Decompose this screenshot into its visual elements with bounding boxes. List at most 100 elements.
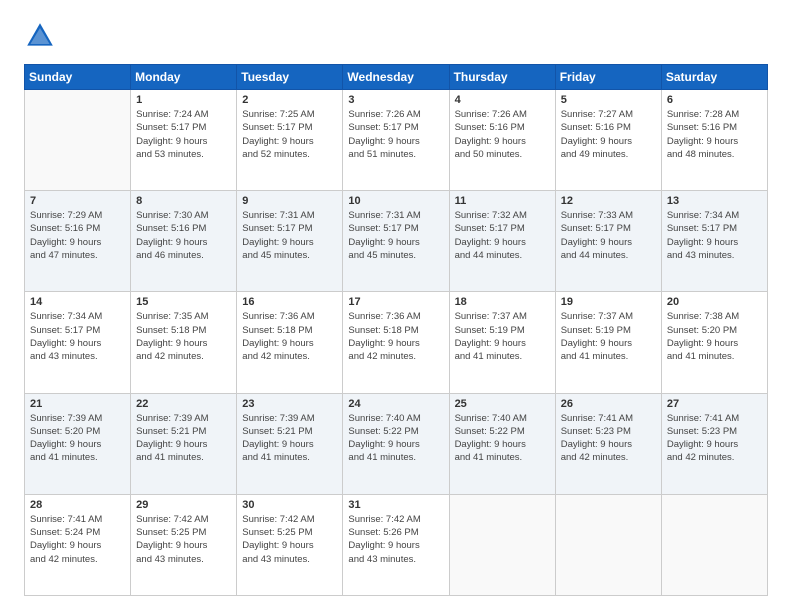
day-number: 19 [561,296,656,308]
day-info: Sunrise: 7:34 AM Sunset: 5:17 PM Dayligh… [30,310,125,363]
calendar-cell [555,494,661,595]
calendar-cell: 23Sunrise: 7:39 AM Sunset: 5:21 PM Dayli… [237,393,343,494]
calendar-cell: 4 Sunrise: 7:26 AM Sunset: 5:16 PM Daylig… [449,90,555,191]
day-number: 24 [348,398,443,410]
day-number: 20 [667,296,762,308]
day-info: Sunrise: 7:42 AM Sunset: 5:25 PM Dayligh… [242,513,337,566]
calendar-cell: 12Sunrise: 7:33 AM Sunset: 5:17 PM Dayli… [555,191,661,292]
day-number: 12 [561,195,656,207]
calendar-cell: 1 Sunrise: 7:24 AM Sunset: 5:17 PM Daylig… [131,90,237,191]
day-info: Sunrise: 7:41 AM Sunset: 5:23 PM Dayligh… [561,412,656,465]
calendar-cell: 2 Sunrise: 7:25 AM Sunset: 5:17 PM Daylig… [237,90,343,191]
day-info: Sunrise: 7:39 AM Sunset: 5:21 PM Dayligh… [242,412,337,465]
calendar-cell: 20Sunrise: 7:38 AM Sunset: 5:20 PM Dayli… [661,292,767,393]
page: SundayMondayTuesdayWednesdayThursdayFrid… [0,0,792,612]
day-info: Sunrise: 7:39 AM Sunset: 5:21 PM Dayligh… [136,412,231,465]
calendar-header-friday: Friday [555,65,661,90]
day-number: 21 [30,398,125,410]
calendar-cell: 7 Sunrise: 7:29 AM Sunset: 5:16 PM Daylig… [25,191,131,292]
day-number: 18 [455,296,550,308]
day-number: 26 [561,398,656,410]
day-info: Sunrise: 7:42 AM Sunset: 5:26 PM Dayligh… [348,513,443,566]
day-number: 29 [136,499,231,511]
day-info: Sunrise: 7:40 AM Sunset: 5:22 PM Dayligh… [348,412,443,465]
calendar-header-sunday: Sunday [25,65,131,90]
calendar-cell: 3 Sunrise: 7:26 AM Sunset: 5:17 PM Daylig… [343,90,449,191]
calendar-cell: 30 Sunrise: 7:42 AM Sunset: 5:25 PM Dayli… [237,494,343,595]
day-info: Sunrise: 7:30 AM Sunset: 5:16 PM Dayligh… [136,209,231,262]
calendar-header-wednesday: Wednesday [343,65,449,90]
calendar-cell: 31 Sunrise: 7:42 AM Sunset: 5:26 PM Dayli… [343,494,449,595]
calendar-cell: 8Sunrise: 7:30 AM Sunset: 5:16 PM Daylig… [131,191,237,292]
day-number: 27 [667,398,762,410]
day-number: 31 [348,499,443,511]
day-info: Sunrise: 7:27 AM Sunset: 5:16 PM Dayligh… [561,108,656,161]
day-number: 6 [667,94,762,106]
calendar-cell [449,494,555,595]
day-number: 1 [136,94,231,106]
calendar-week-5: 28 Sunrise: 7:41 AM Sunset: 5:24 PM Dayli… [25,494,768,595]
calendar-cell: 10 Sunrise: 7:31 AM Sunset: 5:17 PM Dayli… [343,191,449,292]
calendar-header-saturday: Saturday [661,65,767,90]
day-info: Sunrise: 7:28 AM Sunset: 5:16 PM Dayligh… [667,108,762,161]
day-info: Sunrise: 7:42 AM Sunset: 5:25 PM Dayligh… [136,513,231,566]
calendar-header-monday: Monday [131,65,237,90]
calendar-cell: 21 Sunrise: 7:39 AM Sunset: 5:20 PM Dayli… [25,393,131,494]
day-info: Sunrise: 7:31 AM Sunset: 5:17 PM Dayligh… [348,209,443,262]
calendar-cell: 5 Sunrise: 7:27 AM Sunset: 5:16 PM Daylig… [555,90,661,191]
day-number: 3 [348,94,443,106]
day-info: Sunrise: 7:32 AM Sunset: 5:17 PM Dayligh… [455,209,550,262]
calendar-header-thursday: Thursday [449,65,555,90]
day-info: Sunrise: 7:31 AM Sunset: 5:17 PM Dayligh… [242,209,337,262]
calendar-week-3: 14 Sunrise: 7:34 AM Sunset: 5:17 PM Dayli… [25,292,768,393]
calendar-header-row: SundayMondayTuesdayWednesdayThursdayFrid… [25,65,768,90]
day-number: 2 [242,94,337,106]
day-info: Sunrise: 7:39 AM Sunset: 5:20 PM Dayligh… [30,412,125,465]
calendar-cell: 15Sunrise: 7:35 AM Sunset: 5:18 PM Dayli… [131,292,237,393]
calendar-cell: 16 Sunrise: 7:36 AM Sunset: 5:18 PM Dayli… [237,292,343,393]
calendar-header-tuesday: Tuesday [237,65,343,90]
day-number: 30 [242,499,337,511]
day-info: Sunrise: 7:26 AM Sunset: 5:17 PM Dayligh… [348,108,443,161]
day-number: 14 [30,296,125,308]
day-number: 5 [561,94,656,106]
calendar-cell: 27 Sunrise: 7:41 AM Sunset: 5:23 PM Dayli… [661,393,767,494]
day-info: Sunrise: 7:41 AM Sunset: 5:23 PM Dayligh… [667,412,762,465]
calendar-cell [661,494,767,595]
calendar-cell: 17Sunrise: 7:36 AM Sunset: 5:18 PM Dayli… [343,292,449,393]
calendar-table: SundayMondayTuesdayWednesdayThursdayFrid… [24,64,768,596]
day-info: Sunrise: 7:26 AM Sunset: 5:16 PM Dayligh… [455,108,550,161]
day-info: Sunrise: 7:25 AM Sunset: 5:17 PM Dayligh… [242,108,337,161]
calendar-cell: 29 Sunrise: 7:42 AM Sunset: 5:25 PM Dayli… [131,494,237,595]
day-info: Sunrise: 7:29 AM Sunset: 5:16 PM Dayligh… [30,209,125,262]
day-info: Sunrise: 7:37 AM Sunset: 5:19 PM Dayligh… [455,310,550,363]
day-number: 9 [242,195,337,207]
day-info: Sunrise: 7:41 AM Sunset: 5:24 PM Dayligh… [30,513,125,566]
calendar-week-1: 1 Sunrise: 7:24 AM Sunset: 5:17 PM Daylig… [25,90,768,191]
calendar-cell: 26 Sunrise: 7:41 AM Sunset: 5:23 PM Dayli… [555,393,661,494]
calendar-cell: 22 Sunrise: 7:39 AM Sunset: 5:21 PM Dayli… [131,393,237,494]
day-info: Sunrise: 7:40 AM Sunset: 5:22 PM Dayligh… [455,412,550,465]
day-number: 22 [136,398,231,410]
day-number: 7 [30,195,125,207]
calendar-week-2: 7 Sunrise: 7:29 AM Sunset: 5:16 PM Daylig… [25,191,768,292]
day-info: Sunrise: 7:36 AM Sunset: 5:18 PM Dayligh… [242,310,337,363]
calendar-cell: 24 Sunrise: 7:40 AM Sunset: 5:22 PM Dayli… [343,393,449,494]
day-info: Sunrise: 7:24 AM Sunset: 5:17 PM Dayligh… [136,108,231,161]
day-info: Sunrise: 7:35 AM Sunset: 5:18 PM Dayligh… [136,310,231,363]
calendar-cell: 25 Sunrise: 7:40 AM Sunset: 5:22 PM Dayli… [449,393,555,494]
day-number: 13 [667,195,762,207]
day-number: 10 [348,195,443,207]
calendar-cell: 19 Sunrise: 7:37 AM Sunset: 5:19 PM Dayli… [555,292,661,393]
day-info: Sunrise: 7:37 AM Sunset: 5:19 PM Dayligh… [561,310,656,363]
calendar-cell: 11Sunrise: 7:32 AM Sunset: 5:17 PM Dayli… [449,191,555,292]
day-number: 4 [455,94,550,106]
day-number: 16 [242,296,337,308]
calendar-cell: 9 Sunrise: 7:31 AM Sunset: 5:17 PM Daylig… [237,191,343,292]
calendar-cell: 6 Sunrise: 7:28 AM Sunset: 5:16 PM Daylig… [661,90,767,191]
day-number: 17 [348,296,443,308]
day-number: 28 [30,499,125,511]
logo [24,20,60,52]
calendar-cell: 13Sunrise: 7:34 AM Sunset: 5:17 PM Dayli… [661,191,767,292]
day-number: 25 [455,398,550,410]
